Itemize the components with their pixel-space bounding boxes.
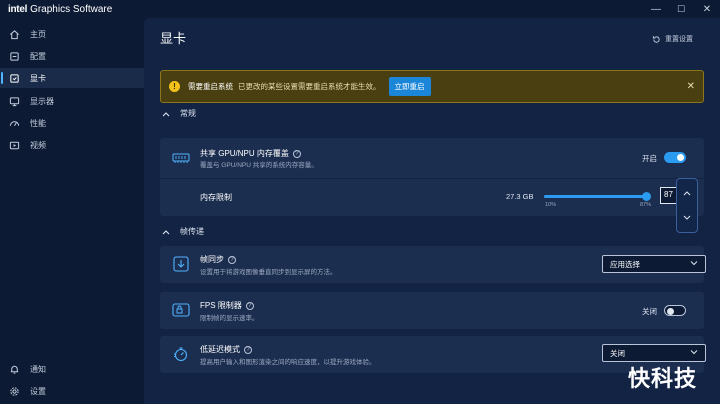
app-title: intel Graphics Software	[8, 4, 112, 15]
sidebar-item-performance[interactable]: 性能	[0, 113, 144, 133]
toggle-knob	[667, 308, 674, 315]
help-icon[interactable]: ?	[292, 149, 301, 158]
low-latency-dropdown[interactable]: 关闭	[602, 344, 706, 362]
low-latency-subtitle: 提高用户输入和图形渲染之间的响应速度，以提升游戏体验。	[200, 359, 376, 366]
sidebar-item-display[interactable]: 显示器	[0, 91, 144, 111]
chevron-down-icon	[690, 349, 698, 355]
reset-icon	[652, 35, 661, 44]
bell-icon	[8, 363, 20, 375]
fps-limiter-toggle[interactable]	[664, 305, 686, 316]
low-latency-title-wrap: 低延迟模式?	[200, 344, 252, 355]
minimize-button[interactable]: —	[643, 0, 669, 18]
watermark-text: 快科技	[628, 366, 698, 391]
reset-settings-label: 重置设置	[665, 36, 693, 43]
fps-limiter-card: FPS 限制器? 限制帧的显示速率。 关闭	[160, 292, 704, 329]
slider-min-label: 10%	[545, 202, 557, 208]
page-title: 显卡	[160, 31, 187, 46]
monitor-icon	[8, 95, 20, 107]
shared-memory-title-wrap: 共享 GPU/NPU 内存覆盖?	[200, 148, 301, 159]
sidebar-item-label: 显示器	[30, 96, 54, 106]
home-icon	[8, 28, 20, 40]
sidebar: 主页 配置 显卡 显示器 性能 视频 通知 设置	[0, 18, 144, 404]
speedometer-icon	[8, 117, 20, 129]
vsync-dropdown-value: 应用选择	[610, 259, 640, 269]
chevron-up-icon	[162, 229, 170, 235]
fps-limiter-title-wrap: FPS 限制器?	[200, 300, 254, 311]
title-bar: intel Graphics Software	[0, 0, 720, 18]
low-latency-dropdown-value: 关闭	[610, 348, 625, 358]
sidebar-item-home[interactable]: 主页	[0, 24, 144, 44]
sidebar-item-notifications[interactable]: 通知	[0, 360, 144, 378]
toggle-knob	[677, 154, 684, 161]
chevron-up-icon[interactable]	[677, 181, 697, 205]
vsync-title-wrap: 帧同步?	[200, 254, 236, 265]
section-title: 常规	[180, 109, 196, 118]
help-icon[interactable]: ?	[244, 345, 252, 354]
video-icon	[8, 139, 20, 151]
sidebar-item-label: 设置	[30, 386, 46, 396]
shared-memory-toggle-label: 开启	[642, 154, 657, 163]
close-window-button[interactable]: ✕	[694, 0, 720, 18]
vsync-icon	[172, 255, 190, 273]
help-icon[interactable]: ?	[228, 255, 236, 264]
gpu-chip-icon	[8, 72, 20, 84]
sidebar-item-label: 通知	[30, 364, 46, 374]
vsync-dropdown[interactable]: 应用选择	[602, 255, 706, 273]
alert-title: 需要重启系统	[188, 82, 233, 91]
main-panel: 显卡 重置设置 ! 需要重启系统 已更改的某些设置需要重启系统才能生效。 立即重…	[144, 18, 720, 404]
maximize-button[interactable]: ☐	[668, 0, 694, 18]
shared-memory-title: 共享 GPU/NPU 内存覆盖	[200, 149, 289, 158]
low-latency-title: 低延迟模式	[200, 345, 240, 354]
section-frame-delivery-header[interactable]: 帧传递	[162, 226, 204, 237]
restart-now-button[interactable]: 立即重启	[388, 77, 431, 96]
low-latency-card: 低延迟模式? 提高用户输入和图形渲染之间的响应速度，以提升游戏体验。 关闭	[160, 336, 706, 373]
help-icon[interactable]: ?	[245, 301, 254, 310]
alert-message: 已更改的某些设置需要重启系统才能生效。	[238, 82, 381, 91]
slider-max-label: 87%	[640, 202, 652, 208]
restart-alert: ! 需要重启系统 已更改的某些设置需要重启系统才能生效。 立即重启 ✕	[160, 70, 704, 103]
chevron-up-icon	[162, 111, 170, 117]
warning-icon: !	[169, 81, 180, 92]
memory-limit-row: 内存限制 27.3 GB 10% 87% 87	[160, 178, 704, 216]
alert-close-icon[interactable]: ✕	[687, 81, 695, 92]
sidebar-item-profiles[interactable]: 配置	[0, 46, 144, 66]
sidebar-item-label: 主页	[30, 29, 46, 39]
sidebar-item-label: 显卡	[30, 73, 46, 83]
sidebar-item-settings[interactable]: 设置	[0, 382, 144, 400]
fps-limiter-icon	[172, 301, 190, 319]
general-card: 共享 GPU/NPU 内存覆盖? 覆盖与 GPU/NPU 共享的系统内存容量。 …	[160, 138, 704, 216]
layers-icon	[8, 50, 20, 62]
intel-logo-text: intel	[8, 3, 28, 15]
vsync-title: 帧同步	[200, 255, 224, 264]
sidebar-item-label: 视频	[30, 140, 46, 150]
slider-fill	[544, 195, 646, 198]
sidebar-item-label: 性能	[30, 118, 46, 128]
chevron-down-icon	[690, 260, 698, 266]
stopwatch-icon	[172, 345, 190, 363]
vsync-card: 帧同步? 设置用于将游戏图像垂直同步到显示屏的方法。 应用选择	[160, 246, 706, 283]
sidebar-item-graphics[interactable]: 显卡	[0, 68, 144, 88]
shared-memory-toggle[interactable]	[664, 152, 686, 163]
fps-limiter-toggle-label: 关闭	[642, 307, 657, 316]
chevron-down-icon[interactable]	[677, 206, 697, 230]
memory-limit-label: 内存限制	[200, 193, 232, 202]
sidebar-item-video[interactable]: 视频	[0, 135, 144, 155]
vsync-subtitle: 设置用于将游戏图像垂直同步到显示屏的方法。	[200, 269, 337, 276]
section-general-header[interactable]: 常规	[162, 108, 196, 119]
gear-icon	[8, 385, 20, 397]
shared-memory-subtitle: 覆盖与 GPU/NPU 共享的系统内存容量。	[200, 162, 318, 169]
section-title: 帧传递	[180, 227, 204, 236]
memory-chip-icon	[172, 149, 190, 167]
reset-settings-button[interactable]: 重置设置	[652, 34, 693, 44]
memory-limit-value: 27.3 GB	[506, 192, 534, 201]
memory-limit-stepper[interactable]	[676, 178, 698, 233]
memory-limit-slider[interactable]	[544, 192, 651, 201]
slider-thumb[interactable]	[642, 192, 651, 201]
fps-limiter-subtitle: 限制帧的显示速率。	[200, 315, 259, 322]
fps-limiter-title: FPS 限制器	[200, 301, 242, 310]
shared-memory-row: 共享 GPU/NPU 内存覆盖? 覆盖与 GPU/NPU 共享的系统内存容量。 …	[160, 138, 704, 178]
app-name: Graphics Software	[30, 3, 113, 15]
sidebar-item-label: 配置	[30, 51, 46, 61]
